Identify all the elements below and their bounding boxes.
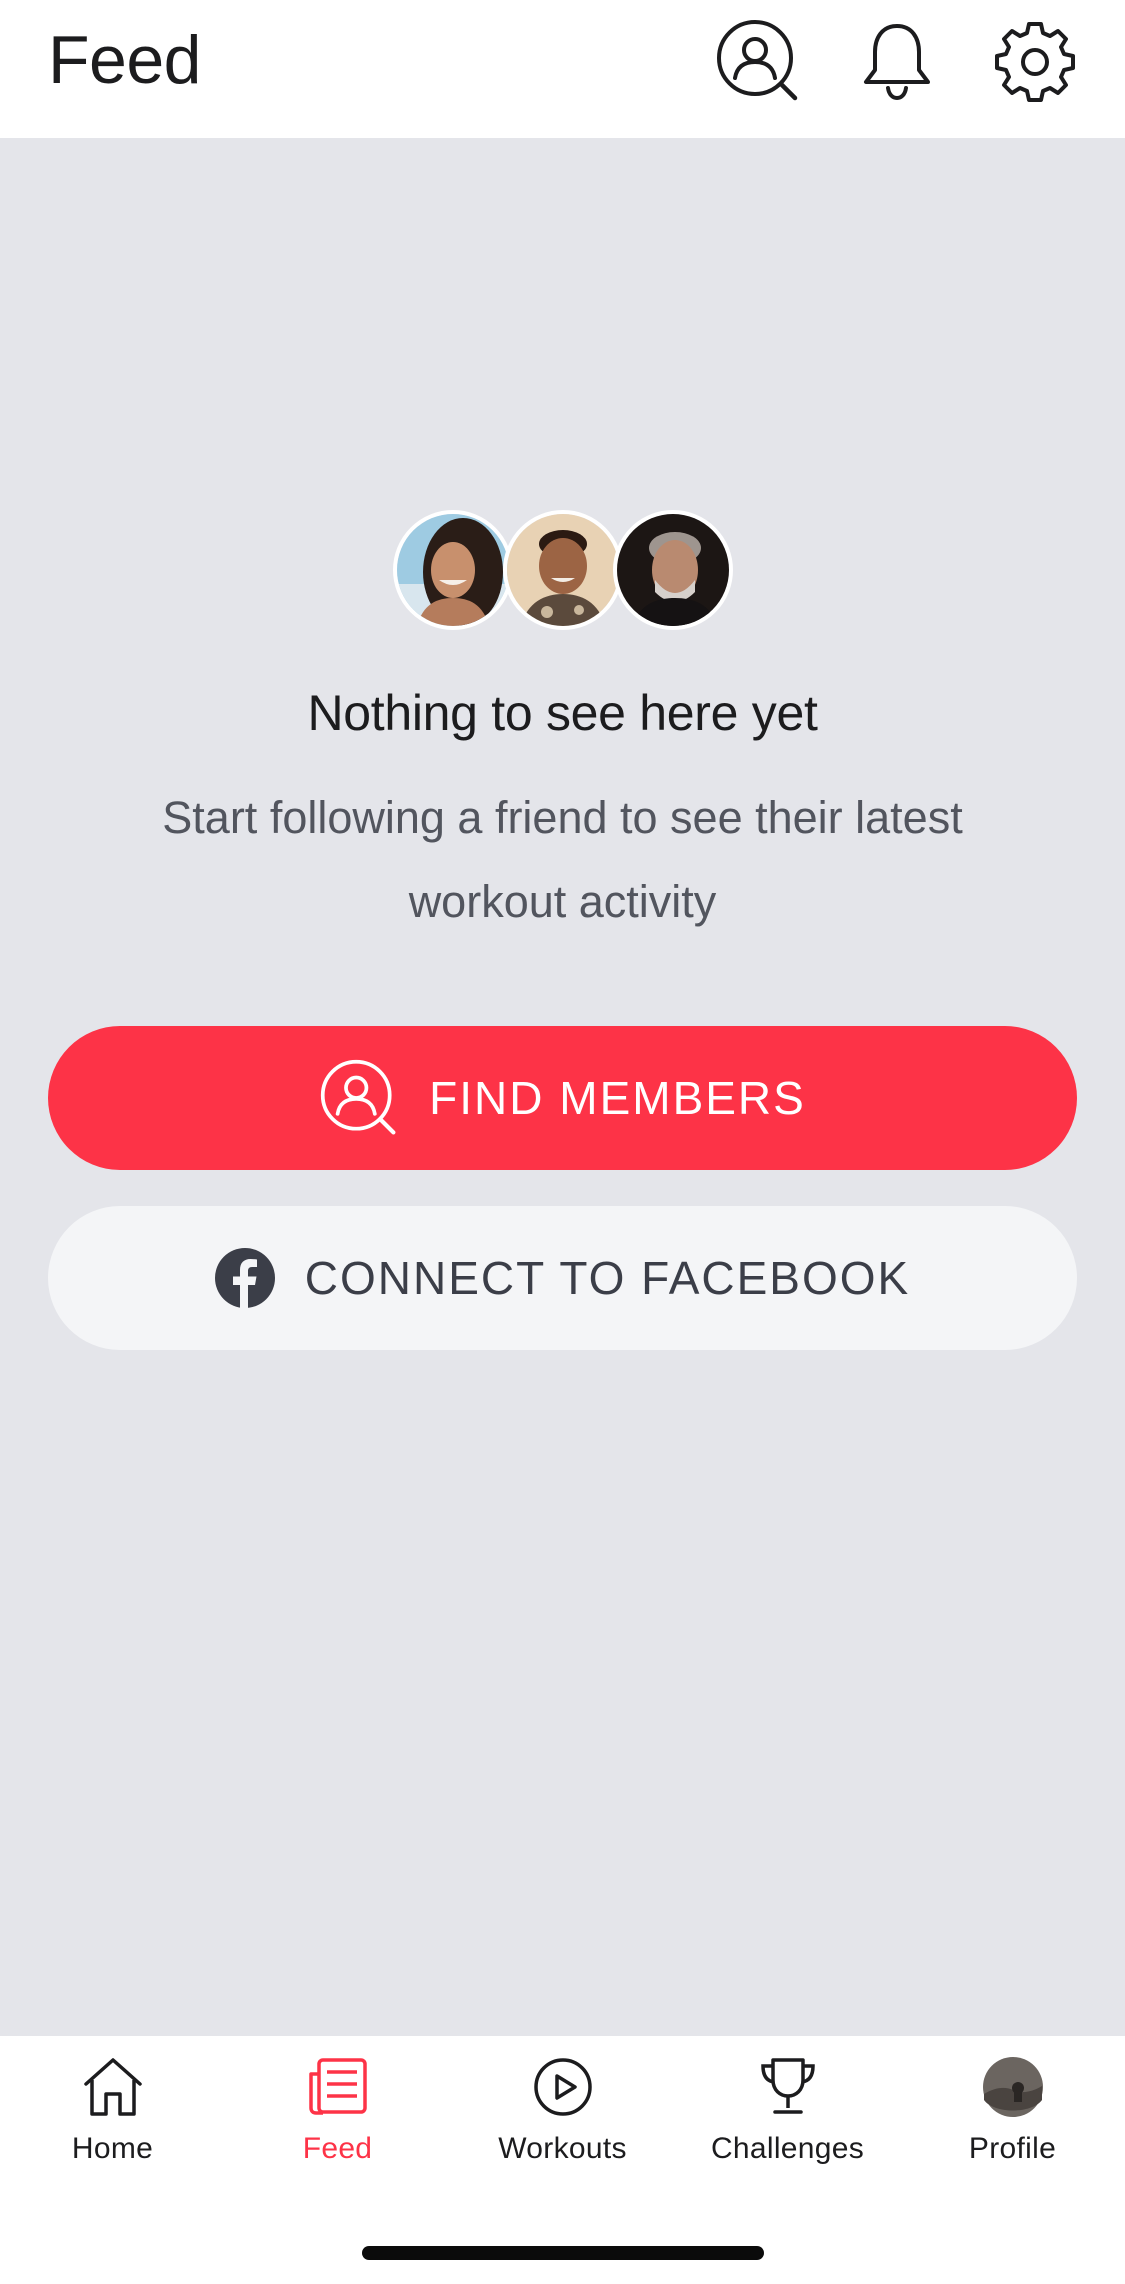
avatar	[393, 510, 513, 630]
find-member-icon[interactable]	[713, 16, 803, 106]
connect-facebook-button[interactable]: CONNECT TO FACEBOOK	[48, 1206, 1077, 1350]
tab-feed[interactable]: Feed	[225, 2054, 450, 2194]
tab-profile-label: Profile	[968, 2132, 1057, 2165]
tab-home[interactable]: Home	[0, 2054, 225, 2194]
tab-home-label: Home	[71, 2132, 154, 2165]
top-bar: Feed	[0, 0, 1125, 138]
tab-challenges[interactable]: Challenges	[675, 2054, 900, 2194]
home-indicator[interactable]	[362, 2246, 764, 2260]
find-members-button[interactable]: FIND MEMBERS	[48, 1026, 1077, 1170]
empty-state-title: Nothing to see here yet	[307, 685, 818, 741]
tab-challenges-label: Challenges	[710, 2132, 865, 2165]
tab-feed-label: Feed	[302, 2132, 373, 2165]
find-member-icon	[319, 1058, 399, 1138]
avatar	[503, 510, 623, 630]
tab-workouts[interactable]: Workouts	[450, 2054, 675, 2194]
friend-avatars	[393, 510, 733, 630]
avatar	[613, 510, 733, 630]
facebook-icon	[214, 1248, 275, 1308]
play-circle-icon	[530, 2054, 596, 2120]
feed-icon	[305, 2054, 371, 2120]
home-icon	[80, 2054, 146, 2120]
gear-icon[interactable]	[990, 16, 1080, 106]
tab-workouts-label: Workouts	[498, 2132, 627, 2165]
profile-avatar	[980, 2054, 1046, 2120]
feed-screen: Feed Nothing to see here yet Start follo…	[0, 0, 1125, 2284]
empty-state-subtitle: Start following a friend to see their la…	[162, 792, 963, 927]
find-members-label: FIND MEMBERS	[429, 1072, 806, 1124]
tab-profile[interactable]: Profile	[900, 2054, 1125, 2194]
trophy-icon	[755, 2054, 821, 2120]
bell-icon[interactable]	[852, 16, 942, 106]
page-title: Feed	[48, 22, 202, 98]
connect-facebook-label: CONNECT TO FACEBOOK	[304, 1252, 911, 1304]
